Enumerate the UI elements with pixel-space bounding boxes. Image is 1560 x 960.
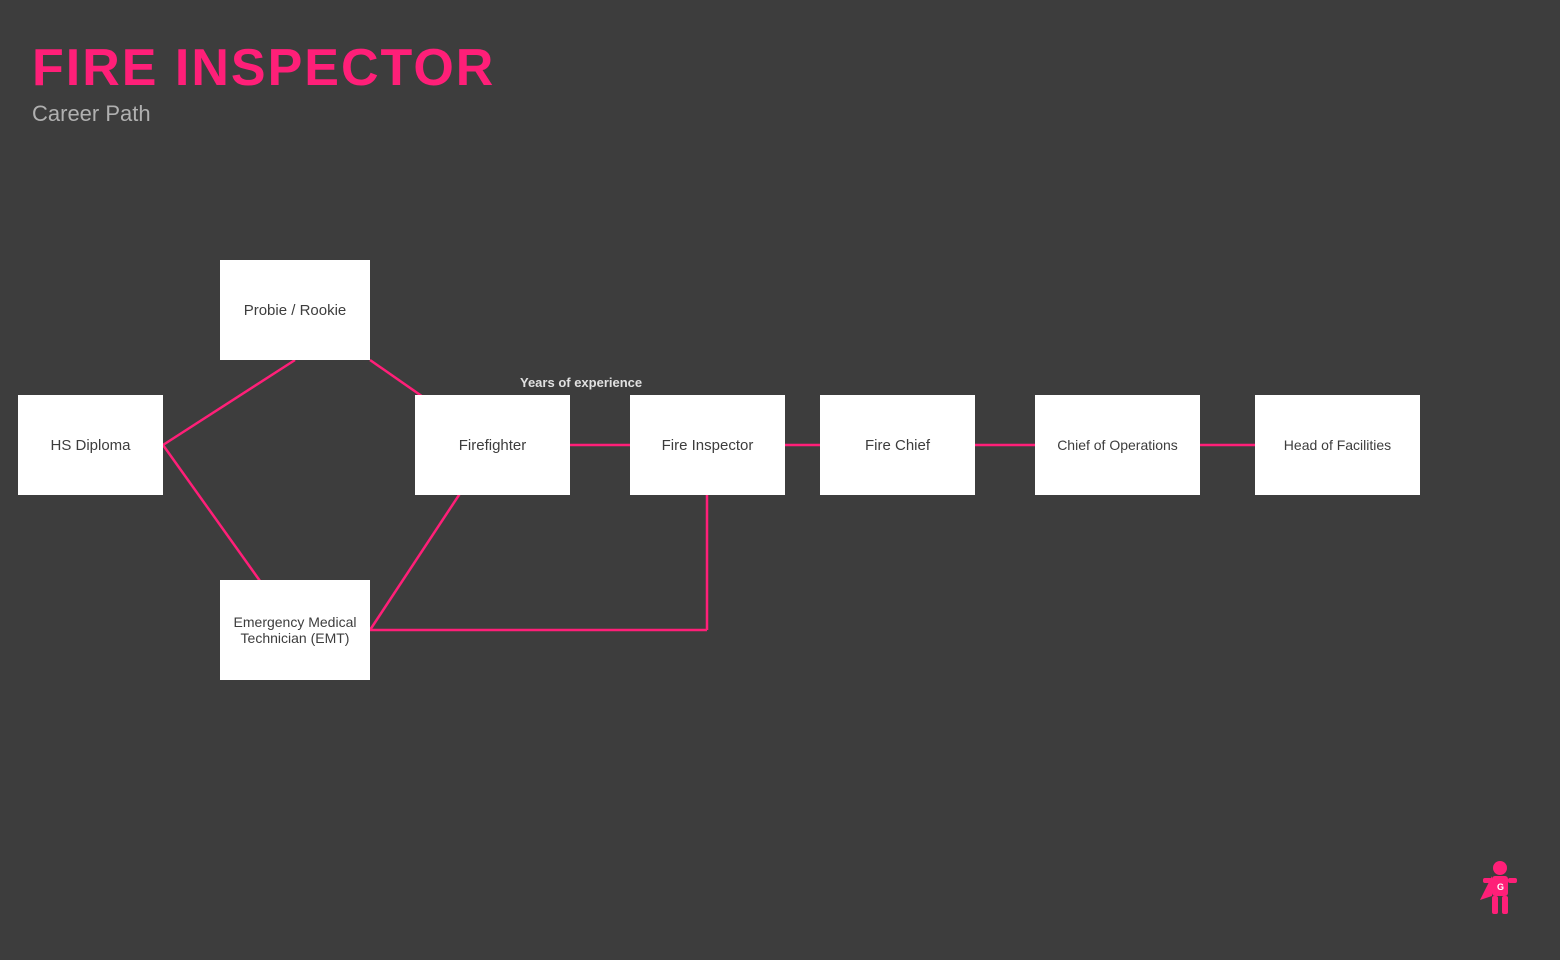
card-fire-chief: Fire Chief [820,395,975,495]
years-label: Years of experience [520,375,642,390]
career-diagram: Years of experience HS Diploma Probie / … [0,200,1560,800]
page-subtitle: Career Path [32,101,495,127]
card-firefighter: Firefighter [415,395,570,495]
card-emt: Emergency MedicalTechnician (EMT) [220,580,370,680]
card-head-of-facilities: Head of Facilities [1255,395,1420,495]
svg-text:G: G [1497,882,1504,892]
card-probie-rookie: Probie / Rookie [220,260,370,360]
card-hs-diploma: HS Diploma [18,395,163,495]
card-chief-of-operations: Chief of Operations [1035,395,1200,495]
page-title: FIRE INSPECTOR [32,40,495,97]
header: FIRE INSPECTOR Career Path [32,40,495,127]
card-fire-inspector: Fire Inspector [630,395,785,495]
brand-logo: G [1470,860,1530,930]
